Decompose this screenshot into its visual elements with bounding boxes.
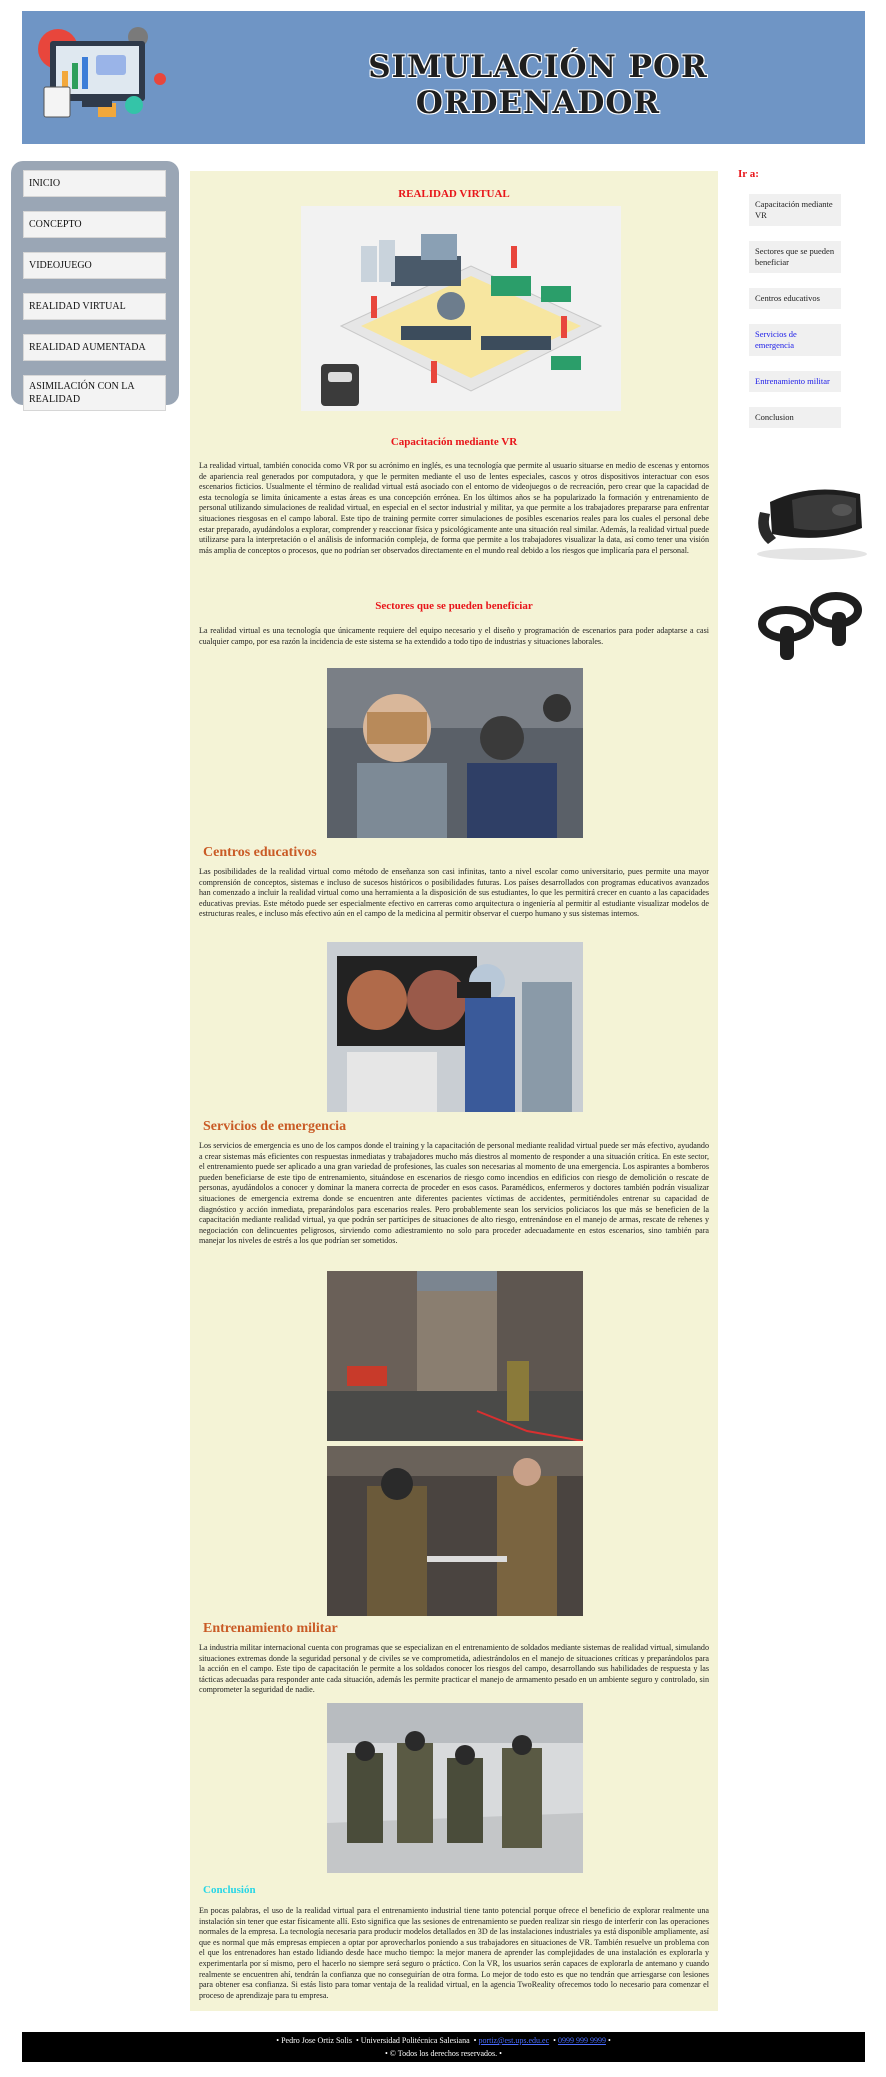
toc-link-militar[interactable]: Entrenamiento militar (749, 371, 841, 393)
footer-contact-line: • Pedro Jose Ortiz Solis • Universidad P… (276, 2036, 611, 2045)
nav-item-concepto[interactable]: CONCEPTO (23, 211, 166, 238)
page-title: REALIDAD VIRTUAL (398, 188, 510, 200)
computer-simulation-logo (38, 27, 166, 118)
section-text-centros: Las posibilidades de la realidad virtual… (199, 867, 709, 919)
site-footer: • Pedro Jose Ortiz Solis • Universidad P… (22, 2032, 865, 2062)
section-text-emergencia: Los servicios de emergencia es uno de lo… (199, 1141, 709, 1246)
footer-university: Universidad Politécnica Salesiana (360, 2036, 470, 2045)
nav-item-videojuego[interactable]: VIDEOJUEGO (23, 252, 166, 279)
section-heading-sectores: Sectores que se pueden beneficiar (375, 600, 533, 612)
section-text-sectores: La realidad virtual es una tecnología qu… (199, 626, 709, 646)
section-heading-conclusion: Conclusión (203, 1884, 256, 1896)
nav-item-realidad-virtual[interactable]: REALIDAD VIRTUAL (23, 293, 166, 320)
nav-item-inicio[interactable]: INICIO (23, 170, 166, 197)
footer-rights: © Todos los derechos reservados. (389, 2049, 498, 2058)
footer-email-link[interactable]: portiz@est.ups.edu.ec (478, 2036, 549, 2045)
footer-phone-link[interactable]: 0999 999 9999 (558, 2036, 606, 2045)
firefighters-photo (327, 1446, 583, 1616)
toc-link-sectores[interactable]: Sectores que se pueden beneficiar (749, 241, 841, 274)
footer-author: Pedro Jose Ortiz Solis (281, 2036, 352, 2045)
section-heading-emergencia: Servicios de emergencia (203, 1119, 347, 1134)
toc-heading: Ir a: (738, 168, 759, 180)
section-text-conclusion: En pocas palabras, el uso de la realidad… (199, 1906, 709, 2000)
military-vr-photo (327, 1703, 583, 1873)
toc-link-capacitacion[interactable]: Capacitación mediante VR (749, 194, 841, 227)
table-of-contents: Ir a: Capacitación mediante VR Sectores … (738, 168, 878, 660)
vr-factory-illustration (301, 206, 621, 411)
cardboard-vr-photo (327, 668, 583, 838)
footer-rights-line: • © Todos los derechos reservados. • (385, 2049, 502, 2058)
site-title: SIMULACIÓN POR ORDENADOR (368, 49, 708, 121)
section-heading-centros: Centros educativos (203, 845, 317, 860)
section-text-capacitacion: La realidad virtual, también conocida co… (199, 461, 709, 555)
main-navigation: INICIO CONCEPTO VIDEOJUEGO REALIDAD VIRT… (11, 161, 179, 411)
main-content: REALIDAD VIRTUAL Capacitación mediante V… (190, 171, 718, 2011)
vr-controllers-image (758, 592, 862, 660)
site-header: SIMULACIÓN POR ORDENADOR (22, 11, 865, 144)
nav-item-asimilacion[interactable]: ASIMILACIÓN CON LA REALIDAD (23, 375, 166, 411)
medical-vr-photo (327, 942, 583, 1112)
vr-headset-image (757, 489, 867, 560)
nav-item-realidad-aumentada[interactable]: REALIDAD AUMENTADA (23, 334, 166, 361)
toc-link-emergencia[interactable]: Servicios de emergencia (749, 324, 841, 357)
toc-link-conclusion[interactable]: Conclusion (749, 407, 841, 429)
section-heading-militar: Entrenamiento militar (203, 1621, 338, 1636)
fire-simulation-photo (327, 1271, 583, 1441)
section-text-militar: La industria militar internacional cuent… (199, 1643, 709, 1695)
section-heading-capacitacion: Capacitación mediante VR (390, 436, 518, 448)
toc-link-centros[interactable]: Centros educativos (749, 288, 841, 310)
